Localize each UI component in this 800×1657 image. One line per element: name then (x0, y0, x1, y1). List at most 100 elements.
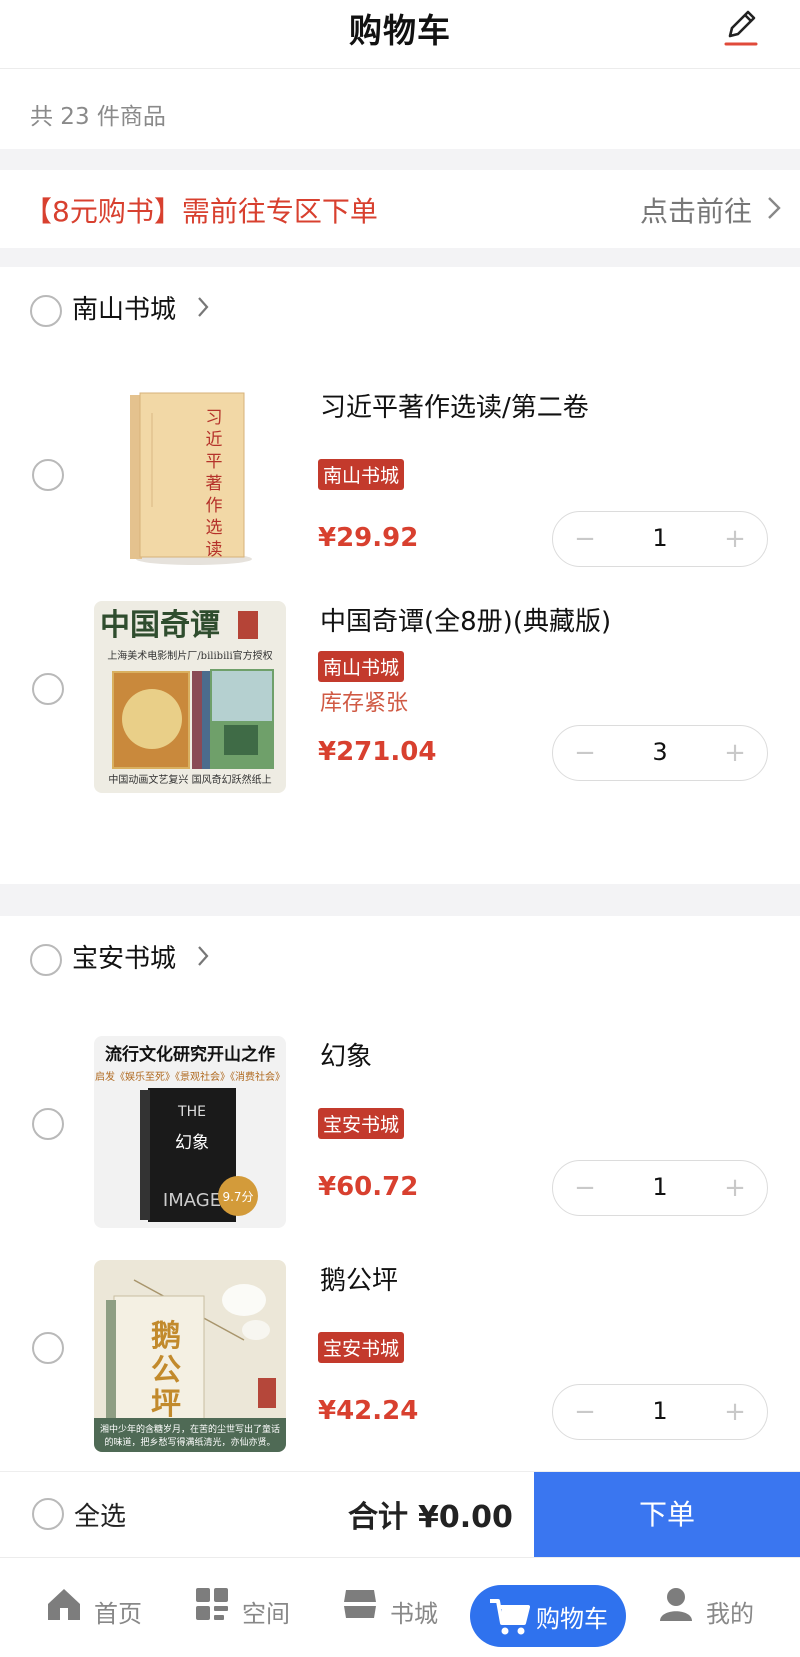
order-button[interactable]: 下单 (534, 1472, 800, 1558)
svg-text:公: 公 (151, 1353, 181, 1388)
store-tag: 南山书城 (318, 651, 405, 682)
home-icon (48, 1589, 80, 1620)
svg-text:选: 选 (206, 518, 223, 538)
store-select-radio[interactable] (30, 944, 62, 976)
tab-profile[interactable]: 我的 (658, 1586, 758, 1636)
item-select-radio[interactable] (32, 1332, 64, 1364)
quantity-stepper: − 1 + (552, 1384, 768, 1440)
svg-text:中国动画文艺复兴 国风奇幻跃然纸上: 中国动画文艺复兴 国风奇幻跃然纸上 (108, 773, 271, 786)
total-price: 合计 ¥0.00 (348, 1492, 513, 1536)
item-title[interactable]: 中国奇谭(全8册)(典藏版) (320, 601, 611, 638)
store-header: 南山书城 (0, 267, 800, 343)
divider (0, 248, 800, 267)
item-title[interactable]: 鹅公坪 (320, 1260, 398, 1297)
item-price: ¥29.92 (318, 523, 419, 553)
svg-text:坪: 坪 (151, 1387, 181, 1422)
item-count: 共 23 件商品 (30, 104, 166, 130)
store-tag: 宝安书城 (318, 1108, 405, 1139)
svg-text:中国奇谭: 中国奇谭 (100, 608, 220, 643)
header-bar: 购物车 (0, 0, 800, 69)
increase-button[interactable]: + (713, 734, 757, 772)
svg-text:的味道，把乡愁写得满纸清光，亦仙亦贤。: 的味道，把乡愁写得满纸清光，亦仙亦贤。 (104, 1436, 275, 1448)
store-header: 宝安书城 (0, 916, 800, 992)
stock-warning: 库存紧张 (320, 691, 409, 716)
tab-label: 空间 (242, 1600, 290, 1628)
item-select-radio[interactable] (32, 459, 64, 491)
tab-label: 我的 (706, 1600, 754, 1628)
svg-text:湘中少年的含糖岁月，在苦的尘世写出了童话: 湘中少年的含糖岁月，在苦的尘世写出了童话 (100, 1423, 280, 1435)
decrease-button[interactable]: − (563, 1393, 607, 1431)
svg-text:习: 习 (206, 408, 223, 428)
cart-item: 习 近 平 著 作 选 读 习近平著作选读/第二卷 南山书城 ¥29.92 − … (0, 379, 800, 579)
cart-item: 流行文化研究开山之作 启发《娱乐至死》《景观社会》《消费社会》 THE 幻象 I… (0, 1028, 800, 1228)
tab-cart[interactable]: 购物车 (470, 1585, 626, 1647)
increase-button[interactable]: + (713, 1393, 757, 1431)
store-section: 南山书城 习 近 平 著 作 选 读 习近平著作选读/第二卷 南山书城 ¥29.… (0, 267, 800, 884)
svg-text:IMAGE: IMAGE (163, 1190, 221, 1211)
store-select-radio[interactable] (30, 295, 62, 327)
item-title[interactable]: 习近平著作选读/第二卷 (320, 387, 589, 424)
book-cover[interactable]: 鹅 公 坪 湘中少年的含糖岁月，在苦的尘世写出了童话 的味道，把乡愁写得满纸清光… (94, 1260, 286, 1452)
decrease-button[interactable]: − (563, 1169, 607, 1207)
item-price: ¥60.72 (318, 1172, 419, 1202)
divider (0, 149, 800, 170)
cart-icon (490, 1599, 530, 1635)
book-cover[interactable]: 习 近 平 著 作 选 读 (94, 387, 286, 579)
decrease-button[interactable]: − (563, 734, 607, 772)
book-cover[interactable]: 流行文化研究开山之作 启发《娱乐至死》《景观社会》《消费社会》 THE 幻象 I… (94, 1036, 286, 1228)
tab-label: 首页 (94, 1600, 142, 1628)
promo-link[interactable]: 点击前往 (640, 190, 752, 230)
store-name[interactable]: 南山书城 (72, 289, 176, 326)
promo-banner[interactable]: 【8元购书】需前往专区下单 点击前往 (0, 170, 800, 248)
total-amount: ¥0.00 (418, 1500, 513, 1535)
item-title[interactable]: 幻象 (320, 1036, 372, 1073)
promo-text: 【8元购书】需前往专区下单 (24, 195, 378, 228)
store-tag: 宝安书城 (318, 1332, 405, 1363)
item-price: ¥271.04 (318, 737, 437, 767)
tab-home[interactable]: 首页 (46, 1586, 146, 1636)
svg-text:流行文化研究开山之作: 流行文化研究开山之作 (105, 1044, 275, 1065)
tab-label: 书城 (390, 1600, 438, 1628)
tab-space[interactable]: 空间 (194, 1586, 294, 1636)
svg-text:作: 作 (206, 496, 223, 516)
svg-text:9.7分: 9.7分 (222, 1190, 253, 1204)
quantity-value[interactable]: 1 (613, 524, 707, 552)
total-label: 合计 (348, 1500, 408, 1535)
page-title: 购物车 (349, 11, 451, 50)
select-all-radio[interactable] (32, 1498, 64, 1530)
store-name[interactable]: 宝安书城 (72, 938, 176, 975)
book-cover[interactable]: 中国奇谭 上海美术电影制片厂/bilibili官方授权 中国动画文艺复兴 国风奇… (94, 601, 286, 793)
item-select-radio[interactable] (32, 673, 64, 705)
user-icon (660, 1588, 692, 1621)
quantity-value[interactable]: 3 (613, 738, 707, 766)
svg-text:鹅: 鹅 (151, 1319, 181, 1354)
svg-text:THE: THE (177, 1104, 206, 1120)
svg-text:著: 著 (206, 474, 223, 494)
svg-text:启发《娱乐至死》《景观社会》《消费社会》: 启发《娱乐至死》《景观社会》《消费社会》 (95, 1070, 285, 1083)
increase-button[interactable]: + (713, 520, 757, 558)
quantity-stepper: − 3 + (552, 725, 768, 781)
chevron-right-icon (198, 946, 209, 966)
item-select-radio[interactable] (32, 1108, 64, 1140)
chevron-right-icon (768, 197, 781, 219)
bookstore-icon (344, 1590, 376, 1618)
divider (0, 884, 800, 916)
svg-text:读: 读 (206, 540, 223, 560)
bottom-tab-bar: 首页 空间 书城 购物车 我的 (0, 1557, 800, 1657)
svg-text:近: 近 (206, 430, 223, 450)
svg-text:幻象: 幻象 (175, 1133, 209, 1153)
decrease-button[interactable]: − (563, 520, 607, 558)
store-tag: 南山书城 (318, 459, 405, 490)
chevron-right-icon (198, 297, 209, 317)
item-count-bar: 共 23 件商品 (0, 69, 800, 149)
quantity-stepper: − 1 + (552, 511, 768, 567)
tab-bookstore[interactable]: 书城 (342, 1586, 442, 1636)
space-icon (196, 1588, 228, 1620)
checkout-bar: 全选 合计 ¥0.00 下单 (0, 1471, 800, 1558)
increase-button[interactable]: + (713, 1169, 757, 1207)
select-all-label[interactable]: 全选 (74, 1496, 126, 1533)
quantity-value[interactable]: 1 (613, 1397, 707, 1425)
cart-item: 中国奇谭 上海美术电影制片厂/bilibili官方授权 中国动画文艺复兴 国风奇… (0, 593, 800, 793)
edit-icon[interactable] (720, 6, 760, 50)
quantity-value[interactable]: 1 (613, 1173, 707, 1201)
